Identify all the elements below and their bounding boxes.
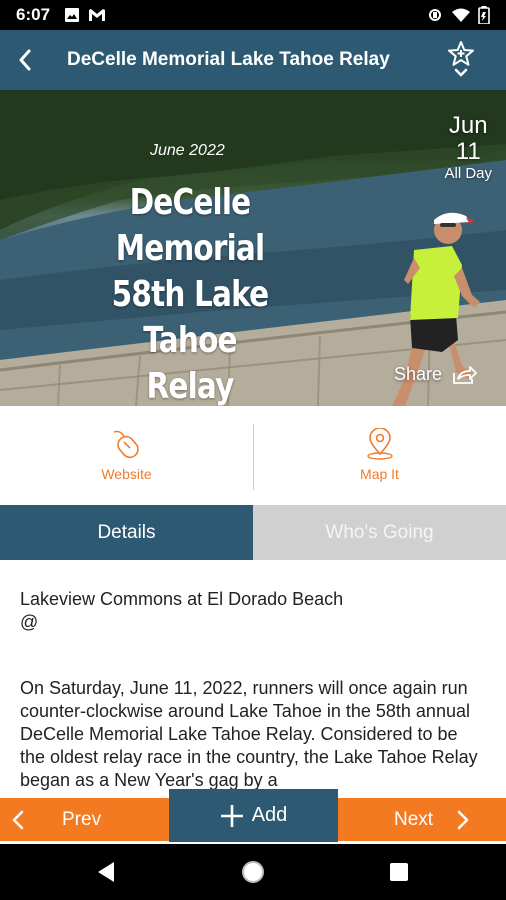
- next-label: Next: [394, 808, 434, 830]
- system-nav-bar: [0, 844, 506, 900]
- system-back-icon[interactable]: [96, 861, 116, 883]
- add-button[interactable]: Add: [169, 789, 338, 842]
- website-label: Website: [101, 466, 152, 482]
- wifi-icon: [452, 8, 470, 22]
- hero-title-line: Relay: [146, 366, 234, 406]
- map-it-button[interactable]: Map It: [253, 406, 506, 504]
- favorite-button[interactable]: [444, 40, 478, 84]
- date-month: Jun: [448, 112, 488, 139]
- image-icon: [65, 8, 80, 22]
- system-recents-icon[interactable]: [390, 863, 408, 881]
- tab-details[interactable]: Details: [0, 505, 253, 560]
- status-bar: 6:07: [0, 0, 506, 30]
- event-description: On Saturday, June 11, 2022, runners will…: [20, 678, 478, 790]
- map-pin-icon: [366, 428, 393, 460]
- details-content: Lakeview Commons at El Dorado Beach @ On…: [0, 560, 506, 800]
- chevron-left-icon: [12, 810, 24, 829]
- back-button[interactable]: [0, 30, 50, 90]
- chevron-right-icon: [457, 810, 469, 829]
- bottom-nav: Prev Add Next: [0, 789, 506, 845]
- action-row: Website Map It: [0, 406, 506, 504]
- date-day: 11: [455, 138, 481, 165]
- battery-icon: [478, 6, 490, 24]
- gmail-icon: [89, 9, 106, 21]
- mouse-icon: [113, 430, 139, 459]
- hero-title-line: 58th Lake Tahoe: [111, 274, 270, 361]
- status-time: 6:07: [16, 5, 51, 24]
- venue-address: @: [20, 612, 39, 632]
- hero-title-line: DeCelle Memorial: [115, 182, 265, 269]
- tab-bar: Details Who's Going: [0, 505, 506, 560]
- app-bar: DeCelle Memorial Lake Tahoe Relay: [0, 30, 506, 90]
- hero-title: DeCelle Memorial 58th Lake Tahoe Relay: [67, 180, 313, 406]
- app-title: DeCelle Memorial Lake Tahoe Relay: [67, 49, 390, 70]
- vibrate-icon: [429, 9, 441, 21]
- prev-label: Prev: [62, 808, 102, 830]
- plus-icon: [220, 804, 243, 827]
- hero-kicker: June 2022: [150, 142, 225, 159]
- venue-name: Lakeview Commons at El Dorado Beach: [20, 589, 344, 609]
- chevron-left-icon: [19, 49, 31, 71]
- share-button[interactable]: Share: [394, 364, 478, 385]
- chevron-down-icon: [454, 68, 468, 77]
- share-icon: [453, 365, 477, 384]
- system-home-icon[interactable]: [241, 860, 265, 884]
- event-date: Jun 11 All Day: [444, 112, 492, 182]
- website-button[interactable]: Website: [0, 406, 253, 504]
- date-time: All Day: [444, 165, 492, 182]
- next-button[interactable]: Next: [338, 798, 506, 841]
- map-it-label: Map It: [360, 466, 399, 482]
- tab-whos-going[interactable]: Who's Going: [253, 505, 506, 560]
- prev-button[interactable]: Prev: [0, 798, 169, 841]
- hero-banner: June 2022 DeCelle Memorial 58th Lake Tah…: [0, 90, 506, 406]
- share-label: Share: [394, 364, 443, 384]
- add-label: Add: [251, 804, 288, 826]
- divider: [253, 424, 254, 490]
- star-add-icon: [448, 41, 474, 66]
